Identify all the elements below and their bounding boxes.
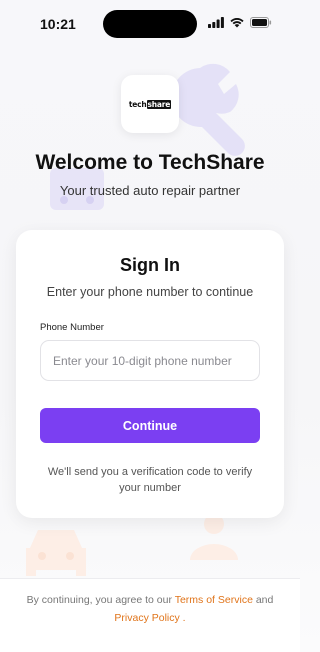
terms-and: and (252, 594, 274, 606)
welcome-title: Welcome to TechShare (35, 151, 265, 174)
privacy-policy-link[interactable]: Privacy Policy (114, 612, 179, 624)
terms-suffix: . (179, 612, 186, 624)
status-bar: 10:21 (0, 0, 300, 48)
battery-icon (250, 17, 272, 28)
signal-icon (208, 17, 224, 28)
logo-text-prefix: tech (128, 99, 147, 109)
terms-prefix: By continuing, you agree to our (26, 594, 175, 606)
status-icons (208, 17, 272, 28)
sign-in-card: Sign In Enter your phone number to conti… (16, 230, 284, 518)
verification-note: We'll send you a verification code to ve… (47, 466, 253, 494)
continue-button[interactable]: Continue (40, 408, 260, 443)
dynamic-island (103, 10, 197, 38)
terms-notice: By continuing, you agree to our Terms of… (12, 591, 288, 627)
logo-text: tech share (128, 99, 172, 109)
footer: By continuing, you agree to our Terms of… (0, 578, 300, 652)
status-time: 10:21 (40, 16, 76, 32)
sign-in-subtitle: Enter your phone number to continue (46, 285, 254, 299)
phone-number-label: Phone Number (40, 322, 104, 333)
terms-of-service-link[interactable]: Terms of Service (175, 594, 253, 606)
app-logo: tech share (121, 75, 179, 133)
phone-number-input[interactable] (40, 340, 260, 381)
logo-text-highlight: share (146, 99, 172, 109)
wifi-icon (230, 18, 244, 28)
sign-in-title: Sign In (120, 255, 180, 275)
welcome-subtitle: Your trusted auto repair partner (59, 183, 241, 198)
